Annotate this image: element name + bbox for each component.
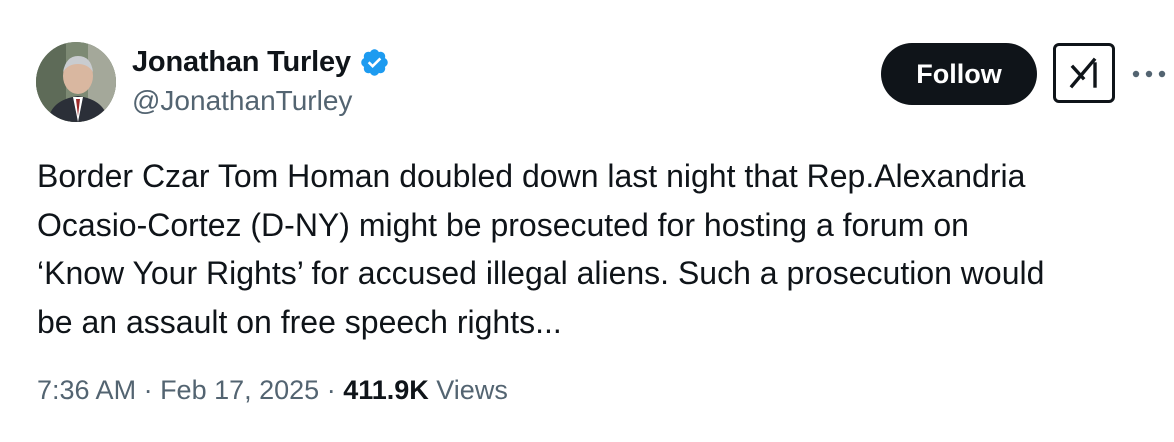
follow-button[interactable]: Follow (881, 43, 1037, 105)
tweet-card: Jonathan Turley @JonathanTurley Follow B… (0, 0, 1174, 442)
tweet-time[interactable]: 7:36 AM (37, 375, 136, 406)
author-avatar[interactable] (36, 42, 116, 122)
tweet-date[interactable]: Feb 17, 2025 (160, 375, 319, 406)
meta-separator: · (319, 375, 344, 405)
more-horizontal-icon (1132, 70, 1166, 78)
user-avatar-photo-icon (36, 42, 116, 122)
views-label: Views (428, 375, 508, 405)
tweet-text: Border Czar Tom Homan doubled down last … (37, 158, 1045, 340)
author-name-row: Jonathan Turley (132, 44, 390, 80)
meta-separator: · (136, 375, 161, 405)
more-options-button[interactable] (1129, 56, 1169, 92)
grok-icon (1069, 57, 1097, 89)
tweet-meta: 7:36 AM · Feb 17, 2025 · 411.9K Views (37, 375, 508, 406)
author-display-name[interactable]: Jonathan Turley (132, 46, 351, 79)
author-handle[interactable]: @JonathanTurley (132, 85, 352, 117)
grok-button[interactable] (1053, 43, 1115, 103)
views-count: 411.9K (343, 375, 429, 405)
verified-badge-icon (359, 47, 390, 78)
